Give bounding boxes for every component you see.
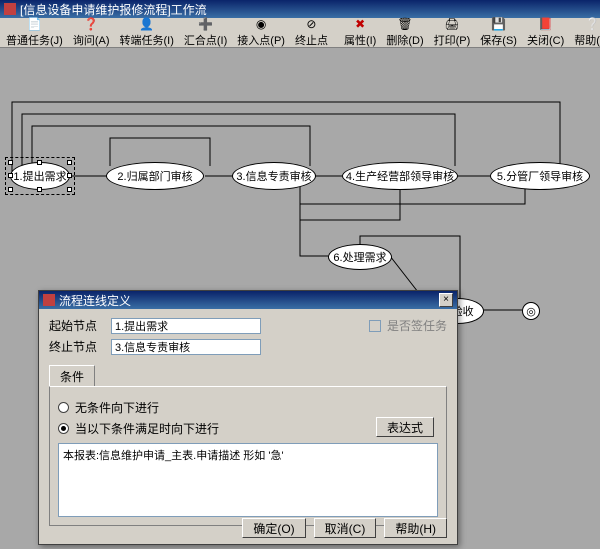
connection-dialog: 流程连线定义 × 起始节点 是否签任务 终止节点 条件 无条件向下进行 当以下条…: [38, 290, 458, 545]
toolbar-delete[interactable]: 🗑删除(D): [382, 20, 429, 46]
dialog-buttons: 确定(O) 取消(C) 帮助(H): [242, 518, 447, 538]
node-2-label: 2.归属部门审核: [117, 168, 192, 184]
help-icon: ❔: [586, 17, 600, 31]
query-icon: ❓: [84, 17, 98, 31]
toolbar-close[interactable]: 📕关闭(C): [523, 20, 570, 46]
toolbar-end-point[interactable]: ⊘终止点: [291, 20, 334, 46]
dialog-close-button[interactable]: ×: [439, 293, 453, 307]
properties-label: 属性(I): [344, 32, 376, 48]
main-toolbar: 📄普通任务(J)❓询问(A)👤转端任务(I)➕汇合点(I)◉接入点(P)⊘终止点…: [0, 18, 600, 48]
node-end[interactable]: ◎: [522, 302, 540, 320]
common-task-label: 普通任务(J): [6, 32, 63, 48]
toolbar-help[interactable]: ❔帮助(H): [570, 20, 600, 46]
node-3-label: 3.信息专责审核: [236, 168, 311, 184]
common-task-icon: 📄: [27, 17, 41, 31]
condition-panel: 无条件向下进行 当以下条件满足时向下进行 表达式 本报表:信息维护申请_主表.申…: [49, 386, 447, 526]
start-node-label: 起始节点: [49, 317, 105, 334]
dialog-icon: [43, 294, 55, 306]
radio-unconditional[interactable]: 无条件向下进行: [58, 399, 438, 416]
node-6[interactable]: 6.处理需求: [328, 244, 392, 270]
help-button[interactable]: 帮助(H): [384, 518, 447, 538]
tab-condition[interactable]: 条件: [49, 365, 95, 387]
dialog-body: 起始节点 是否签任务 终止节点 条件 无条件向下进行 当以下条件满足时向下进行 …: [39, 309, 457, 534]
transfer-task-icon: 👤: [140, 17, 154, 31]
toolbar-common-task[interactable]: 📄普通任务(J): [2, 20, 69, 46]
sign-task-label: 是否签任务: [387, 317, 447, 334]
save-icon: 💾: [492, 17, 506, 31]
node-6-label: 6.处理需求: [333, 249, 386, 265]
app-icon: [4, 3, 16, 15]
print-icon: 🖨: [445, 17, 459, 31]
query-label: 询问(A): [73, 32, 110, 48]
end-point-icon: ⊘: [304, 17, 318, 31]
close-icon: 📕: [539, 17, 553, 31]
delete-label: 删除(D): [386, 32, 423, 48]
expression-button[interactable]: 表达式: [376, 417, 434, 437]
start-node-field[interactable]: [111, 318, 261, 334]
toolbar-query[interactable]: ❓询问(A): [69, 20, 116, 46]
dialog-title: 流程连线定义: [59, 292, 131, 309]
sign-task-checkbox: [369, 320, 381, 332]
node-1-label: 1.提出需求: [13, 168, 66, 184]
insert-point-icon: ◉: [254, 17, 268, 31]
close-label: 关闭(C): [527, 32, 564, 48]
toolbar-transfer-task[interactable]: 👤转端任务(I): [116, 20, 180, 46]
merge-point-icon: ➕: [199, 17, 213, 31]
toolbar-merge-point[interactable]: ➕汇合点(I): [180, 20, 233, 46]
window-titlebar: [信息设备申请维护报修流程]工作流: [0, 0, 600, 18]
print-label: 打印(P): [434, 32, 471, 48]
properties-icon: ✖: [353, 17, 367, 31]
node-1[interactable]: 1.提出需求: [10, 162, 70, 190]
expression-textarea[interactable]: 本报表:信息维护申请_主表.申请描述 形如 '急': [58, 443, 438, 517]
end-point-label: 终止点: [295, 32, 328, 48]
toolbar-save[interactable]: 💾保存(S): [476, 20, 523, 46]
node-end-label: ◎: [526, 305, 536, 318]
cancel-button[interactable]: 取消(C): [314, 518, 377, 538]
toolbar-properties[interactable]: ✖属性(I): [340, 20, 382, 46]
window-title: [信息设备申请维护报修流程]工作流: [20, 1, 207, 18]
toolbar-insert-point[interactable]: ◉接入点(P): [233, 20, 291, 46]
help-label: 帮助(H): [574, 32, 600, 48]
node-5[interactable]: 5.分管厂领导审核: [490, 162, 590, 190]
end-node-field[interactable]: [111, 339, 261, 355]
toolbar-print[interactable]: 🖨打印(P): [430, 20, 477, 46]
node-3[interactable]: 3.信息专责审核: [232, 162, 316, 190]
merge-point-label: 汇合点(I): [184, 32, 227, 48]
dialog-titlebar: 流程连线定义 ×: [39, 291, 457, 309]
end-node-label: 终止节点: [49, 338, 105, 355]
node-2[interactable]: 2.归属部门审核: [106, 162, 204, 190]
insert-point-label: 接入点(P): [237, 32, 285, 48]
node-4-label: 4.生产经营部领导审核: [346, 168, 454, 184]
ok-button[interactable]: 确定(O): [242, 518, 305, 538]
node-5-label: 5.分管厂领导审核: [497, 168, 583, 184]
transfer-task-label: 转端任务(I): [120, 32, 174, 48]
node-4[interactable]: 4.生产经营部领导审核: [342, 162, 458, 190]
save-label: 保存(S): [480, 32, 517, 48]
delete-icon: 🗑: [398, 17, 412, 31]
